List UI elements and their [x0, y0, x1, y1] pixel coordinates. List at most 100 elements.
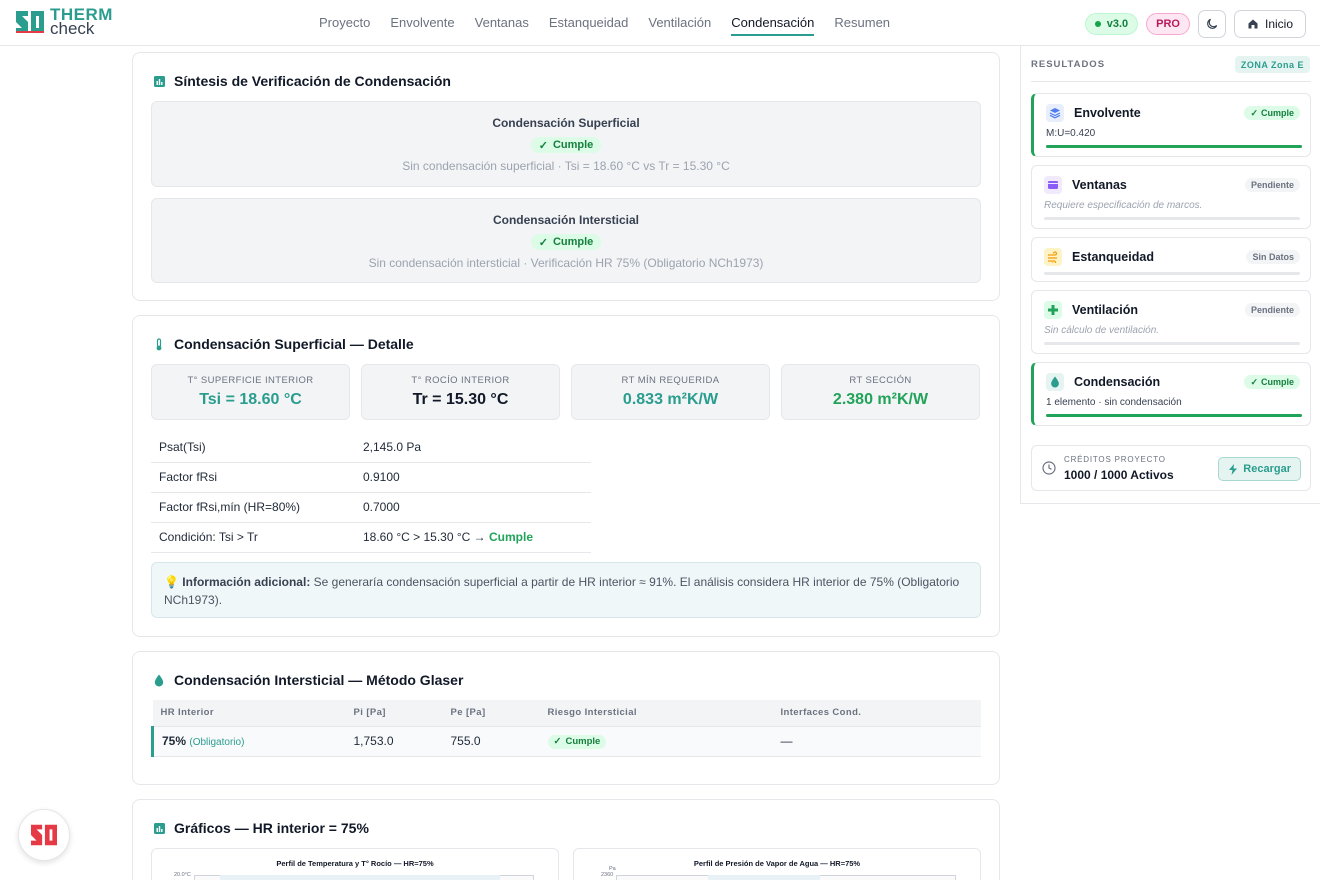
superficial-detail-table: Psat(Tsi) 2,145.0 Pa Factor fRsi 0.9100 … — [151, 432, 591, 553]
chart-tick: 2360 — [601, 872, 614, 878]
divider — [1031, 81, 1311, 82]
module-envolvente[interactable]: Envolvente ✓ Cumple M:U=0.420 — [1031, 93, 1311, 157]
floating-logo-button[interactable] — [18, 809, 70, 861]
progress-bar — [1044, 217, 1300, 220]
superficial-detail-title-row: Condensación Superficial — Detalle — [153, 336, 414, 352]
metric-tsi: T° Superficie Interior Tsi = 18.60 °C — [151, 364, 350, 420]
superficial-detail-title: Condensación Superficial — Detalle — [174, 336, 414, 352]
module-name: Envolvente — [1074, 106, 1141, 120]
metric-rt-seccion: RT Sección 2.380 m²K/W — [781, 364, 980, 420]
module-ventanas[interactable]: Ventanas Pendiente Requiere especificaci… — [1031, 165, 1311, 229]
metric-value: Tr = 15.30 °C — [412, 391, 509, 408]
module-ventilacion[interactable]: Ventilación Pendiente Sin cálculo de ven… — [1031, 290, 1311, 354]
check-icon: ✓ — [538, 236, 548, 249]
superficial-summary: Condensación Superficial ✓ Cumple Sin con… — [151, 101, 981, 187]
risk-cell: ✓ Cumple — [539, 726, 773, 757]
chart-tick: 20.0°C — [174, 872, 191, 878]
status-badge: ✓ Cumple — [530, 137, 602, 153]
home-button[interactable]: Inicio — [1233, 10, 1306, 38]
status-badge: ✓ Cumple — [1244, 375, 1300, 389]
nav-ventilacion[interactable]: Ventilación — [648, 0, 711, 36]
lightbulb-icon: 💡 — [164, 575, 179, 589]
glaser-title: Condensación Intersticial — Método Glase… — [174, 672, 464, 688]
nav-condensacion[interactable]: Condensación — [731, 0, 815, 36]
hr-cell: 75% (Obligatorio) — [151, 726, 346, 757]
nav-envolvente[interactable]: Envolvente — [390, 0, 454, 36]
home-icon — [1248, 19, 1258, 29]
metric-label: T° Rocío Interior — [411, 375, 510, 386]
theme-toggle-button[interactable] — [1197, 10, 1226, 38]
row-key: Psat(Tsi) — [151, 432, 355, 463]
results-sidebar: Resultados ZONA Zona E Envolvente ✓ Cumpl… — [1020, 46, 1320, 504]
table-row: Condición: Tsi > Tr 18.60 °C > 15.30 °C … — [151, 522, 591, 553]
synthesis-title-row: Síntesis de Verificación de Condensación — [153, 73, 451, 89]
intersticial-summary-heading: Condensación Intersticial — [492, 213, 640, 227]
row-value: 0.7000 — [355, 492, 591, 523]
plot-band — [708, 875, 820, 880]
module-name: Estanqueidad — [1072, 250, 1154, 264]
module-condensacion[interactable]: Condensación ✓ Cumple 1 elemento · sin co… — [1031, 362, 1311, 426]
progress-bar — [1046, 414, 1302, 417]
vapor-pressure-chart: Perfil de Presión de Vapor de Agua — HR=… — [573, 848, 981, 880]
status-badge: ✓ Cumple — [1244, 106, 1300, 120]
charts-title: Gráficos — HR interior = 75% — [174, 820, 369, 836]
version-badge: v3.0 — [1084, 13, 1139, 35]
wind-icon — [1044, 248, 1062, 266]
moon-icon — [1207, 18, 1218, 29]
progress-fill — [1046, 414, 1302, 417]
sidebar-heading: Resultados — [1031, 59, 1106, 70]
row-value: 18.60 °C > 15.30 °C → Cumple — [355, 522, 591, 553]
intersticial-summary: Condensación Intersticial ✓ Cumple Sin co… — [151, 198, 981, 283]
nav-resumen[interactable]: Resumen — [834, 0, 890, 36]
chart-title: Perfil de Temperatura y T° Rocío — HR=75… — [276, 859, 434, 868]
layers-icon — [1046, 104, 1064, 122]
info-label: Información adicional: — [182, 575, 311, 589]
module-subtitle: M:U=0.420 — [1046, 128, 1096, 139]
superficial-summary-heading: Condensación Superficial — [492, 116, 640, 130]
charts-title-row: Gráficos — HR interior = 75% — [153, 820, 369, 836]
thermometer-icon — [153, 337, 165, 350]
nav-ventanas[interactable]: Ventanas — [475, 0, 529, 36]
module-name: Ventilación — [1072, 303, 1138, 317]
plan-badge: PRO — [1146, 13, 1190, 35]
module-name: Condensación — [1074, 375, 1161, 389]
reload-button[interactable]: Recargar — [1218, 457, 1301, 481]
droplet-icon — [153, 674, 165, 686]
credits-panel: Créditos Proyecto 1000 / 1000 Activos Re… — [1031, 445, 1311, 491]
column-header: Pi [Pa] — [345, 700, 443, 727]
condition-value: 18.60 °C > 15.30 °C → — [363, 530, 486, 544]
interfaces-cell: — — [772, 726, 981, 757]
top-bar: THERM check Proyecto Envolvente Ventanas… — [0, 0, 1320, 46]
check-icon: ✓ — [1250, 376, 1258, 387]
plot-band — [220, 875, 500, 880]
nav-proyecto[interactable]: Proyecto — [319, 0, 370, 36]
status-badge: Pendiente — [1244, 303, 1300, 317]
droplet-icon — [1046, 373, 1064, 391]
brand-mark-icon — [31, 824, 57, 846]
progress-bar — [1044, 272, 1300, 275]
metric-tr: T° Rocío Interior Tr = 15.30 °C — [361, 364, 560, 420]
superficial-summary-detail: Sin condensación superficial · Tsi = 18.… — [402, 159, 730, 173]
table-row: Factor fRsi 0.9100 — [151, 462, 591, 493]
chart-bar-icon — [153, 75, 165, 87]
metric-label: RT Mín Requerida — [621, 375, 720, 386]
nav-estanqueidad[interactable]: Estanqueidad — [549, 0, 629, 36]
app-logo[interactable]: THERM check — [14, 6, 113, 37]
status-text: Cumple — [1260, 377, 1294, 387]
status-text: Cumple — [552, 236, 594, 248]
module-estanqueidad[interactable]: Estanqueidad Sin Datos — [1031, 237, 1311, 282]
status-badge: ✓ Cumple — [530, 234, 602, 250]
superficial-detail-card: Condensación Superficial — Detalle T° Su… — [132, 315, 1000, 637]
glaser-title-row: Condensación Intersticial — Método Glase… — [153, 672, 463, 688]
check-icon: ✓ — [538, 139, 548, 152]
module-subtitle: Requiere especificación de marcos. — [1044, 200, 1203, 211]
status-text: Cumple — [565, 736, 601, 748]
glaser-table: HR Interior Pi [Pa] Pe [Pa] Riesgo Inter… — [151, 700, 981, 757]
check-icon: ✓ — [553, 736, 562, 748]
column-header: Interfaces Cond. — [772, 700, 981, 727]
zone-badge: ZONA Zona E — [1234, 56, 1310, 73]
metric-label: T° Superficie Interior — [187, 375, 314, 386]
condition-status: Cumple — [489, 530, 534, 544]
column-header: Riesgo Intersticial — [539, 700, 773, 727]
metric-value: 2.380 m²K/W — [832, 391, 929, 408]
